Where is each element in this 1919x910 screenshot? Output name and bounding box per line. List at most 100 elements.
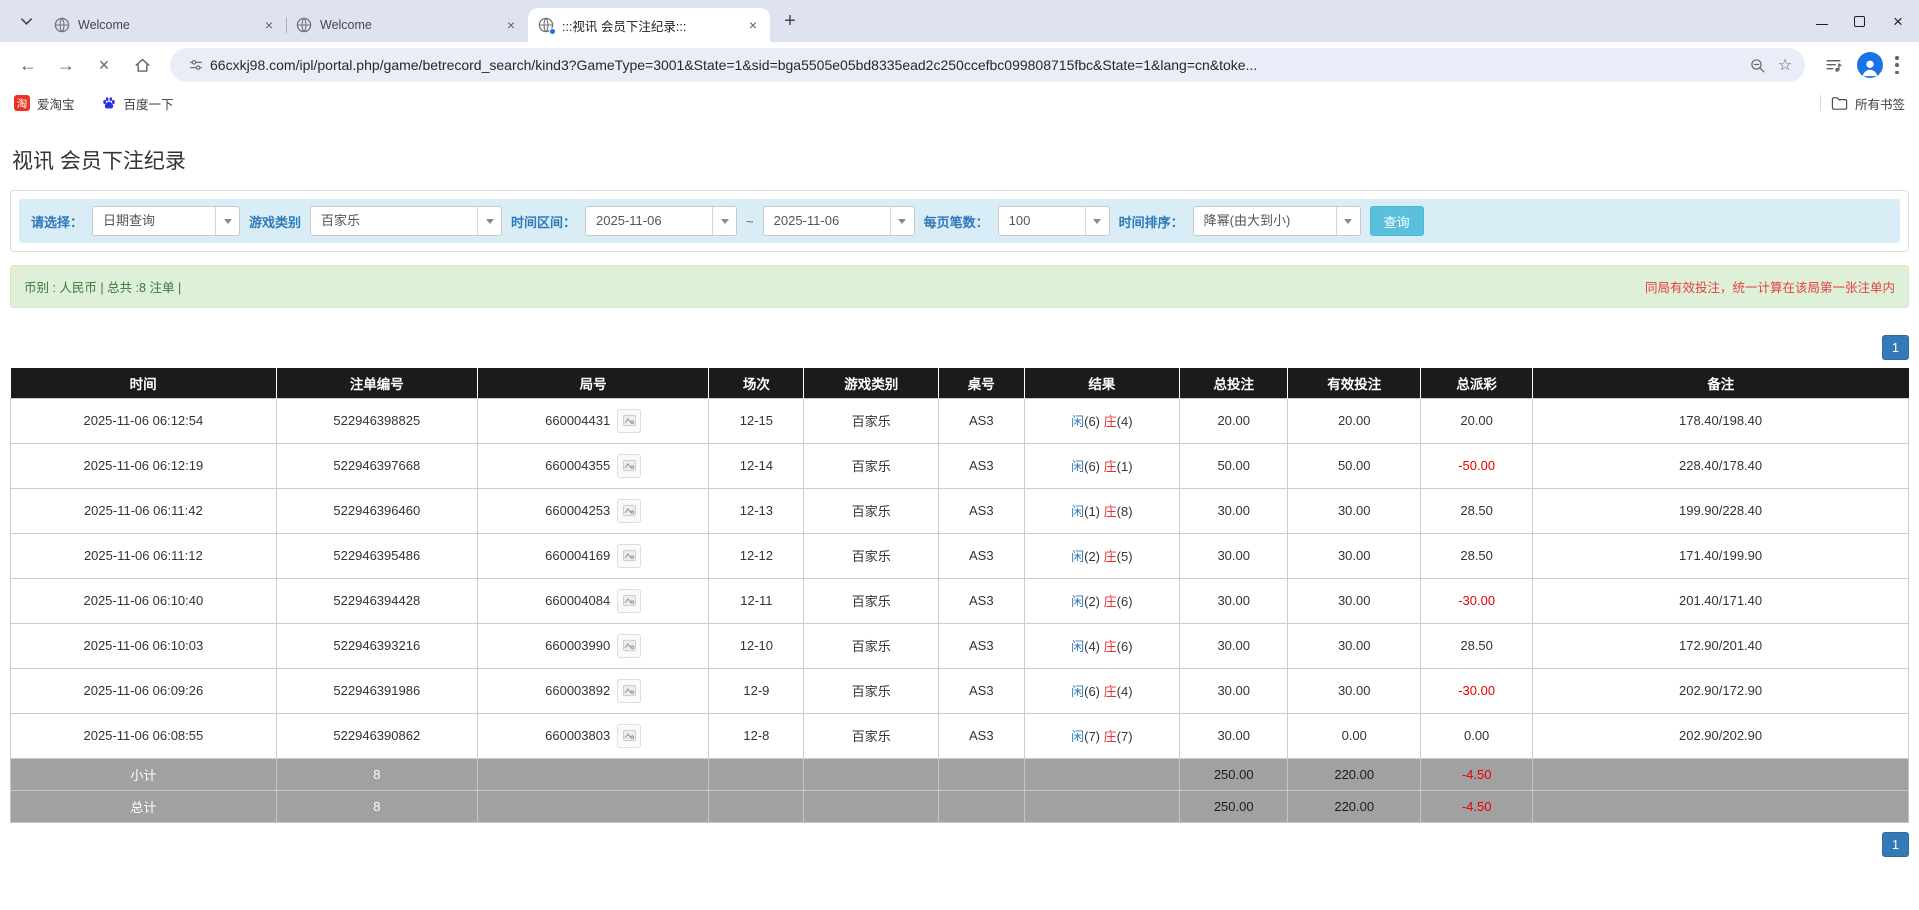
- close-tab-icon[interactable]: ×: [502, 16, 520, 34]
- url-text[interactable]: 66cxkj98.com/ipl/portal.php/game/betreco…: [210, 57, 1743, 73]
- forward-button[interactable]: →: [48, 47, 84, 83]
- bookmark-baidu[interactable]: 百度一下: [101, 94, 174, 113]
- filter-panel: 请选择： 日期查询 游戏类别 百家乐 时间区间： 2025-11-06 ~ 20…: [10, 190, 1909, 252]
- page-size-label: 每页笔数：: [924, 212, 989, 231]
- video-replay-icon[interactable]: [617, 634, 641, 658]
- close-tab-icon[interactable]: ×: [260, 16, 278, 34]
- cell-total-bet-link[interactable]: 30.00: [1180, 668, 1288, 713]
- cell-game-type: 百家乐: [804, 443, 939, 488]
- cell-session: 12-8: [709, 713, 804, 758]
- video-replay-icon[interactable]: [617, 724, 641, 748]
- home-icon: [133, 56, 152, 75]
- cell-result: 闲(6) 庄(4): [1024, 668, 1180, 713]
- date-from-select[interactable]: 2025-11-06: [585, 206, 737, 236]
- chevron-down-icon: [712, 207, 736, 235]
- cell-total-bet-link[interactable]: 20.00: [1180, 398, 1288, 443]
- all-bookmarks-button[interactable]: 所有书签: [1831, 94, 1905, 113]
- tab-search-button[interactable]: [12, 7, 40, 35]
- site-settings-icon[interactable]: [182, 51, 210, 79]
- subtotal-total-bet: 250.00: [1180, 758, 1288, 790]
- stop-loading-button[interactable]: ×: [86, 47, 122, 83]
- cell-remark: 172.90/201.40: [1533, 623, 1909, 668]
- cell-session: 12-10: [709, 623, 804, 668]
- sort-order-select[interactable]: 降幂(由大到小): [1193, 206, 1361, 236]
- cell-result: 闲(6) 庄(1): [1024, 443, 1180, 488]
- media-playlist-icon[interactable]: [1815, 47, 1851, 83]
- tab-welcome-2[interactable]: Welcome ×: [286, 8, 528, 42]
- close-tab-icon[interactable]: ×: [744, 16, 762, 34]
- result-player: 闲: [1071, 729, 1084, 744]
- back-button[interactable]: ←: [10, 47, 46, 83]
- cell-time: 2025-11-06 06:11:42: [11, 488, 277, 533]
- zoom-out-icon[interactable]: [1743, 51, 1771, 79]
- maximize-button[interactable]: [1854, 16, 1865, 27]
- window-close-button[interactable]: ×: [1891, 14, 1905, 28]
- cell-round-id: 660003990: [477, 623, 709, 668]
- header-bet-id: 注单编号: [276, 368, 477, 398]
- round-id-text: 660003892: [545, 683, 610, 698]
- all-bookmarks-label: 所有书签: [1855, 94, 1905, 113]
- cell-table-no: AS3: [939, 443, 1024, 488]
- home-button[interactable]: [124, 47, 160, 83]
- tab-welcome-1[interactable]: Welcome ×: [44, 8, 286, 42]
- cell-round-id: 660004084: [477, 578, 709, 623]
- minimize-button[interactable]: [1816, 17, 1828, 25]
- browser-menu-icon[interactable]: [1895, 56, 1899, 74]
- header-total-bet: 总投注: [1180, 368, 1288, 398]
- chevron-down-icon: [1336, 207, 1360, 235]
- cell-round-id: 660004355: [477, 443, 709, 488]
- cell-table-no: AS3: [939, 713, 1024, 758]
- result-banker: 庄: [1104, 684, 1117, 699]
- bookmark-star-icon[interactable]: ☆: [1771, 51, 1799, 79]
- header-table-no: 桌号: [939, 368, 1024, 398]
- table-row: 2025-11-06 06:08:55 522946390862 6600038…: [11, 713, 1909, 758]
- video-replay-icon[interactable]: [617, 679, 641, 703]
- profile-avatar[interactable]: [1857, 52, 1883, 78]
- video-replay-icon[interactable]: [617, 454, 641, 478]
- browser-toolbar: ← → × 66cxkj98.com/ipl/portal.php/game/b…: [0, 42, 1919, 88]
- tab-betrecord-active[interactable]: :::视讯 会员下注纪录::: ×: [528, 8, 770, 42]
- cell-total-bet-link[interactable]: 50.00: [1180, 443, 1288, 488]
- cell-total-bet-link[interactable]: 30.00: [1180, 713, 1288, 758]
- chevron-down-icon: [215, 207, 239, 235]
- query-mode-select[interactable]: 日期查询: [92, 206, 240, 236]
- table-footer: 小计 8 250.00 220.00 -4.50 总计 8 250.00 220…: [11, 758, 1909, 822]
- video-replay-icon[interactable]: [617, 544, 641, 568]
- video-replay-icon[interactable]: [617, 589, 641, 613]
- cell-round-id: 660004431: [477, 398, 709, 443]
- round-id-text: 660004169: [545, 548, 610, 563]
- cell-total-bet-link[interactable]: 30.00: [1180, 623, 1288, 668]
- cell-game-type: 百家乐: [804, 488, 939, 533]
- cell-valid-bet: 30.00: [1288, 578, 1421, 623]
- url-bar[interactable]: 66cxkj98.com/ipl/portal.php/game/betreco…: [170, 48, 1805, 82]
- cell-table-no: AS3: [939, 488, 1024, 533]
- date-to-select[interactable]: 2025-11-06: [763, 206, 915, 236]
- cell-table-no: AS3: [939, 623, 1024, 668]
- video-replay-icon[interactable]: [617, 409, 641, 433]
- cell-remark: 171.40/199.90: [1533, 533, 1909, 578]
- new-tab-button[interactable]: +: [776, 7, 804, 35]
- page-1-button[interactable]: 1: [1882, 335, 1909, 360]
- cell-time: 2025-11-06 06:10:40: [11, 578, 277, 623]
- result-player: 闲: [1071, 594, 1084, 609]
- cell-bet-id: 522946395486: [276, 533, 477, 578]
- search-button[interactable]: 查询: [1370, 206, 1424, 236]
- bookmark-aitaobao[interactable]: 淘 爱淘宝: [14, 94, 75, 113]
- bookmark-label: 百度一下: [124, 94, 174, 113]
- cell-total-bet-link[interactable]: 30.00: [1180, 488, 1288, 533]
- page-1-button[interactable]: 1: [1882, 832, 1909, 857]
- page-size-select[interactable]: 100: [998, 206, 1110, 236]
- subtotal-row: 小计 8 250.00 220.00 -4.50: [11, 758, 1909, 790]
- video-replay-icon[interactable]: [617, 499, 641, 523]
- cell-total-bet-link[interactable]: 30.00: [1180, 578, 1288, 623]
- valid-bet-note: 同局有效投注，统一计算在该局第一张注单内: [1645, 277, 1895, 296]
- cell-time: 2025-11-06 06:08:55: [11, 713, 277, 758]
- cell-result: 闲(2) 庄(6): [1024, 578, 1180, 623]
- tab-title: Welcome: [78, 18, 254, 32]
- game-type-select[interactable]: 百家乐: [310, 206, 502, 236]
- cell-payout: 0.00: [1421, 713, 1533, 758]
- result-player: 闲: [1071, 414, 1084, 429]
- cell-result: 闲(1) 庄(8): [1024, 488, 1180, 533]
- cell-total-bet-link[interactable]: 30.00: [1180, 533, 1288, 578]
- cell-session: 12-9: [709, 668, 804, 713]
